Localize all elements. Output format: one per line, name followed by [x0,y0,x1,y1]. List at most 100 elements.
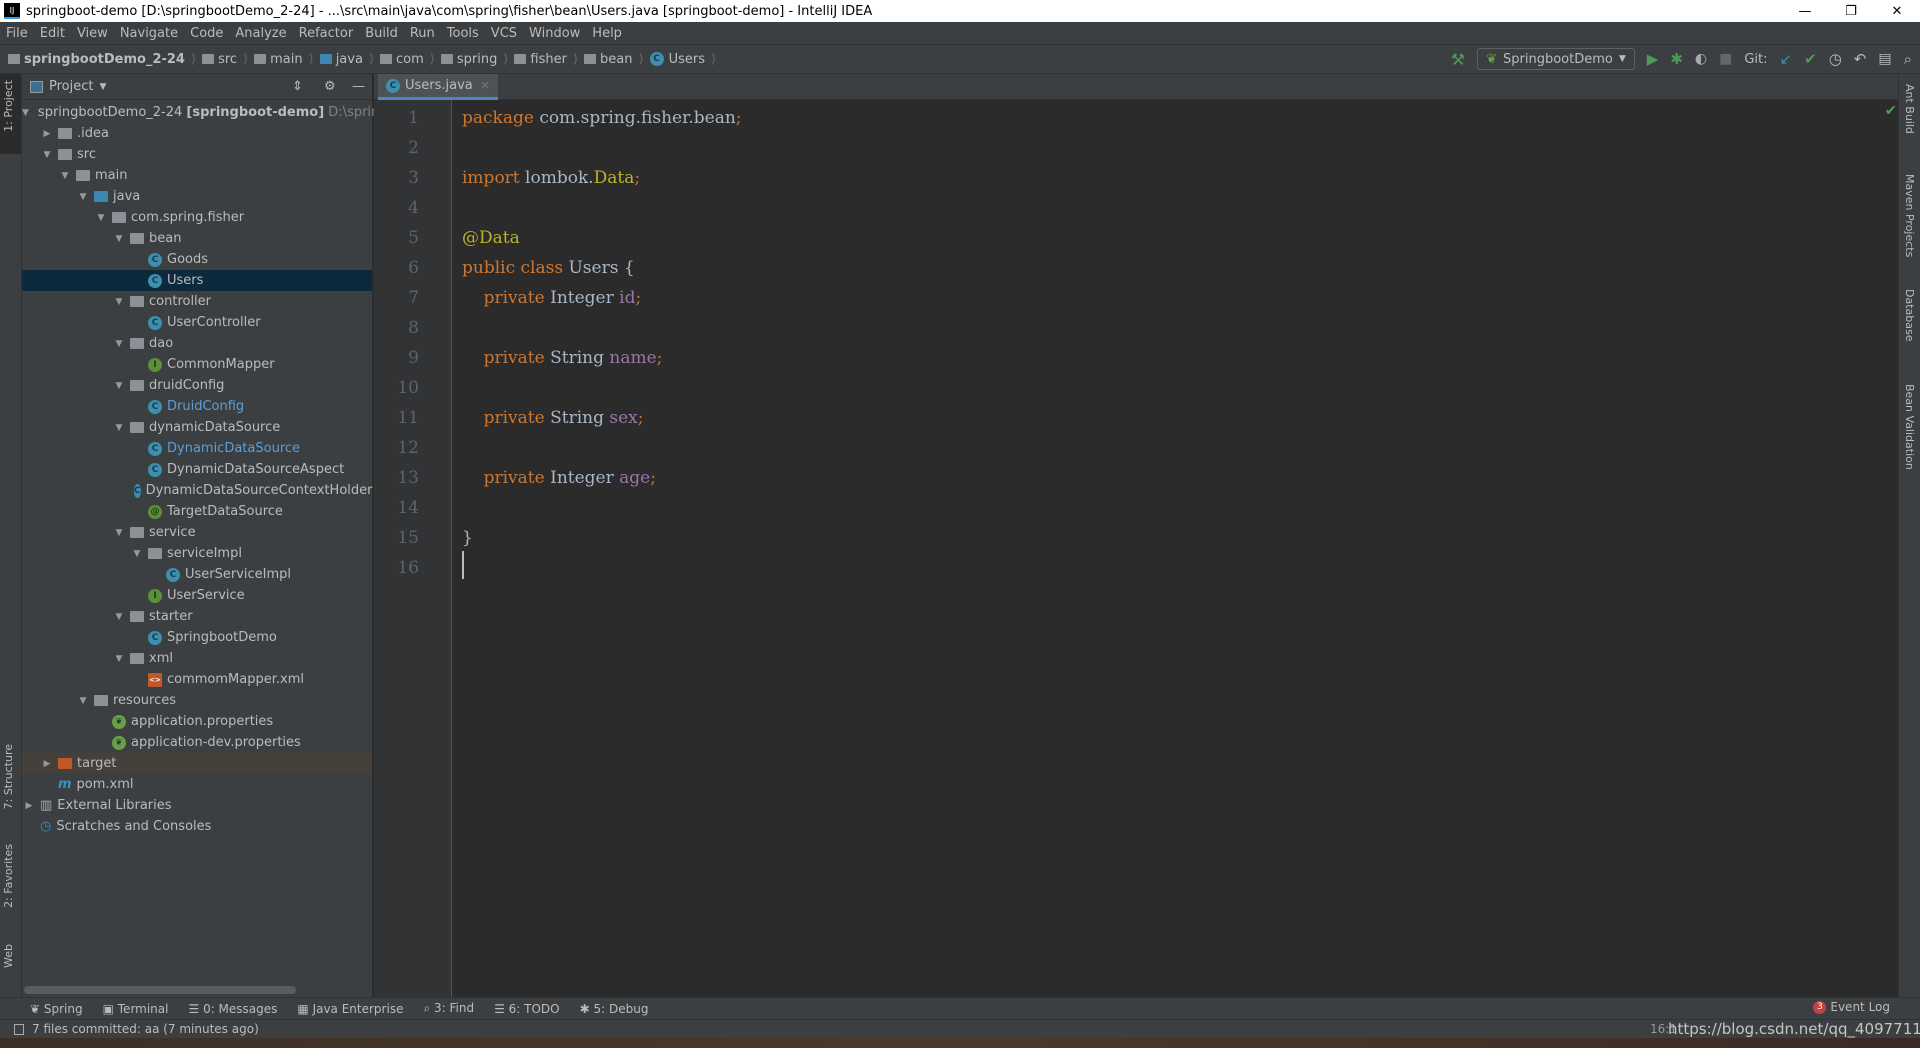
collapse-all-icon[interactable]: ⇕ [292,79,303,94]
bottom-tab-messages[interactable]: ☰ 0: Messages [188,1002,277,1016]
breadcrumb-item[interactable]: com ⟩ [380,52,435,67]
tree-item[interactable]: ▼ main [22,165,372,186]
bottom-tab-todo[interactable]: ☰ 6: TODO [494,1002,560,1016]
expand-arrow-icon[interactable]: ▼ [112,339,126,349]
expand-arrow-icon[interactable]: ▼ [40,150,54,160]
run-with-coverage-icon[interactable]: ◐ [1695,51,1707,67]
event-log-button[interactable]: 3 Event Log [1813,1000,1890,1014]
revert-icon[interactable]: ↶ [1854,50,1867,68]
tree-item[interactable]: ❦ application-dev.properties [22,732,372,753]
tree-item[interactable]: C DynamicDataSourceAspect [22,459,372,480]
tree-item[interactable]: ▼ starter [22,606,372,627]
horizontal-scrollbar[interactable] [24,986,296,994]
tool-tab-ant-build[interactable]: Ant Build [1903,84,1916,134]
tree-item[interactable]: @ TargetDataSource [22,501,372,522]
tool-tab-web[interactable]: Web [2,944,15,968]
breadcrumb-item[interactable]: main ⟩ [254,52,314,67]
project-view-select[interactable]: Project [49,79,93,94]
menu-view[interactable]: View [77,26,108,41]
expand-arrow-icon[interactable]: ▼ [22,108,29,118]
expand-arrow-icon[interactable]: ▼ [112,297,126,307]
tool-tab-structure[interactable]: 7: Structure [2,744,15,809]
build-hammer-icon[interactable]: ⚒ [1451,50,1465,69]
tree-item[interactable]: C DynamicDataSourceContextHolder [22,480,373,501]
tree-item[interactable]: ▼ service [22,522,372,543]
menu-analyze[interactable]: Analyze [235,26,286,41]
menu-vcs[interactable]: VCS [491,26,517,41]
tree-item[interactable]: C SpringbootDemo [22,627,372,648]
tool-tab-bean-validation[interactable]: Bean Validation [1903,384,1916,470]
menu-navigate[interactable]: Navigate [120,26,178,41]
tree-item[interactable]: ▼ controller [22,291,372,312]
close-button[interactable]: ✕ [1874,0,1920,22]
tree-item[interactable]: <> commomMapper.xml [22,669,372,690]
tree-item[interactable]: C DynamicDataSource [22,438,372,459]
breadcrumb-item[interactable]: springbootDemo_2-24 ⟩ [8,52,196,67]
bottom-tab-debug[interactable]: ✱ 5: Debug [580,1002,649,1016]
expand-arrow-icon[interactable]: ▼ [58,171,72,181]
breadcrumb-item[interactable]: src ⟩ [202,52,248,67]
tree-item[interactable]: ❦ application.properties [22,711,372,732]
tree-item[interactable]: I CommonMapper [22,354,372,375]
tree-item[interactable]: ▼ xml [22,648,372,669]
run-configuration-select[interactable]: ❦ SpringbootDemo ▼ [1477,48,1635,70]
collapse-arrow-icon[interactable]: ▶ [22,801,36,811]
tree-item[interactable]: ▼ druidConfig [22,375,372,396]
expand-arrow-icon[interactable]: ▼ [112,423,126,433]
bottom-tab-javaenterprise[interactable]: ▦ Java Enterprise [297,1002,403,1016]
expand-arrow-icon[interactable]: ▼ [112,528,126,538]
menu-build[interactable]: Build [365,26,398,41]
bottom-tab-spring[interactable]: ❦ Spring [30,1002,83,1016]
tree-item[interactable]: ▼ serviceImpl [22,543,372,564]
collapse-arrow-icon[interactable]: ▶ [40,759,54,769]
hide-panel-icon[interactable]: — [352,79,365,94]
tree-item[interactable]: I UserService [22,585,372,606]
menu-refactor[interactable]: Refactor [299,26,354,41]
breadcrumb-item[interactable]: C Users ⟩ [649,52,716,67]
tree-item[interactable]: C Goods [22,249,372,270]
tool-tab-database[interactable]: Database [1903,289,1916,342]
tab-users-java[interactable]: C Users.java ✕ [378,74,498,100]
project-structure-icon[interactable]: ▤ [1878,51,1891,67]
tree-item[interactable]: ▼ com.spring.fisher [22,207,372,228]
menu-file[interactable]: File [6,26,28,41]
tool-tab-project[interactable]: 1: Project [2,80,15,132]
git-commit-icon[interactable]: ✔ [1804,50,1817,68]
tree-item[interactable]: ▼ bean [22,228,372,249]
tree-item[interactable]: ▼ resources [22,690,372,711]
stop-icon[interactable]: ■ [1719,51,1732,67]
tree-item[interactable]: ◷ Scratches and Consoles [22,816,372,837]
breadcrumb-item[interactable]: fisher ⟩ [514,52,578,67]
tree-root[interactable]: ▼ springbootDemo_2-24 [springboot-demo] … [22,102,388,123]
expand-arrow-icon[interactable]: ▼ [76,696,90,706]
expand-arrow-icon[interactable]: ▼ [130,549,144,559]
git-update-icon[interactable]: ↙ [1780,50,1793,68]
menu-help[interactable]: Help [592,26,622,41]
tree-item[interactable]: ▼ java [22,186,372,207]
restore-button[interactable]: ❐ [1828,0,1874,22]
status-toggle-icon[interactable] [14,1023,24,1035]
bottom-tab-find[interactable]: ⌕ 3: Find [423,1001,474,1016]
tool-tab-favorites[interactable]: 2: Favorites [2,844,15,908]
menu-window[interactable]: Window [529,26,580,41]
tree-item[interactable]: C DruidConfig [22,396,372,417]
tree-item[interactable]: ▶ ▥ External Libraries [22,795,372,816]
menu-edit[interactable]: Edit [40,26,65,41]
tree-item[interactable]: ▶ .idea [22,123,372,144]
tool-tab-maven-projects[interactable]: Maven Projects [1903,174,1916,257]
close-tab-icon[interactable]: ✕ [481,79,490,92]
run-icon[interactable]: ▶ [1647,50,1659,68]
breadcrumb-item[interactable]: spring ⟩ [440,52,508,67]
tree-item[interactable]: C UserController [22,312,372,333]
collapse-arrow-icon[interactable]: ▶ [40,129,54,139]
debug-bug-icon[interactable]: ✱ [1670,50,1683,68]
expand-arrow-icon[interactable]: ▼ [94,213,108,223]
expand-arrow-icon[interactable]: ▼ [112,234,126,244]
expand-arrow-icon[interactable]: ▼ [112,381,126,391]
history-clock-icon[interactable]: ◷ [1829,50,1842,68]
menu-code[interactable]: Code [190,26,223,41]
tree-item[interactable]: C UserServiceImpl [22,564,372,585]
tree-item[interactable]: C Users [22,270,372,291]
tree-item[interactable]: ▼ dynamicDataSource [22,417,372,438]
expand-arrow-icon[interactable]: ▼ [112,612,126,622]
